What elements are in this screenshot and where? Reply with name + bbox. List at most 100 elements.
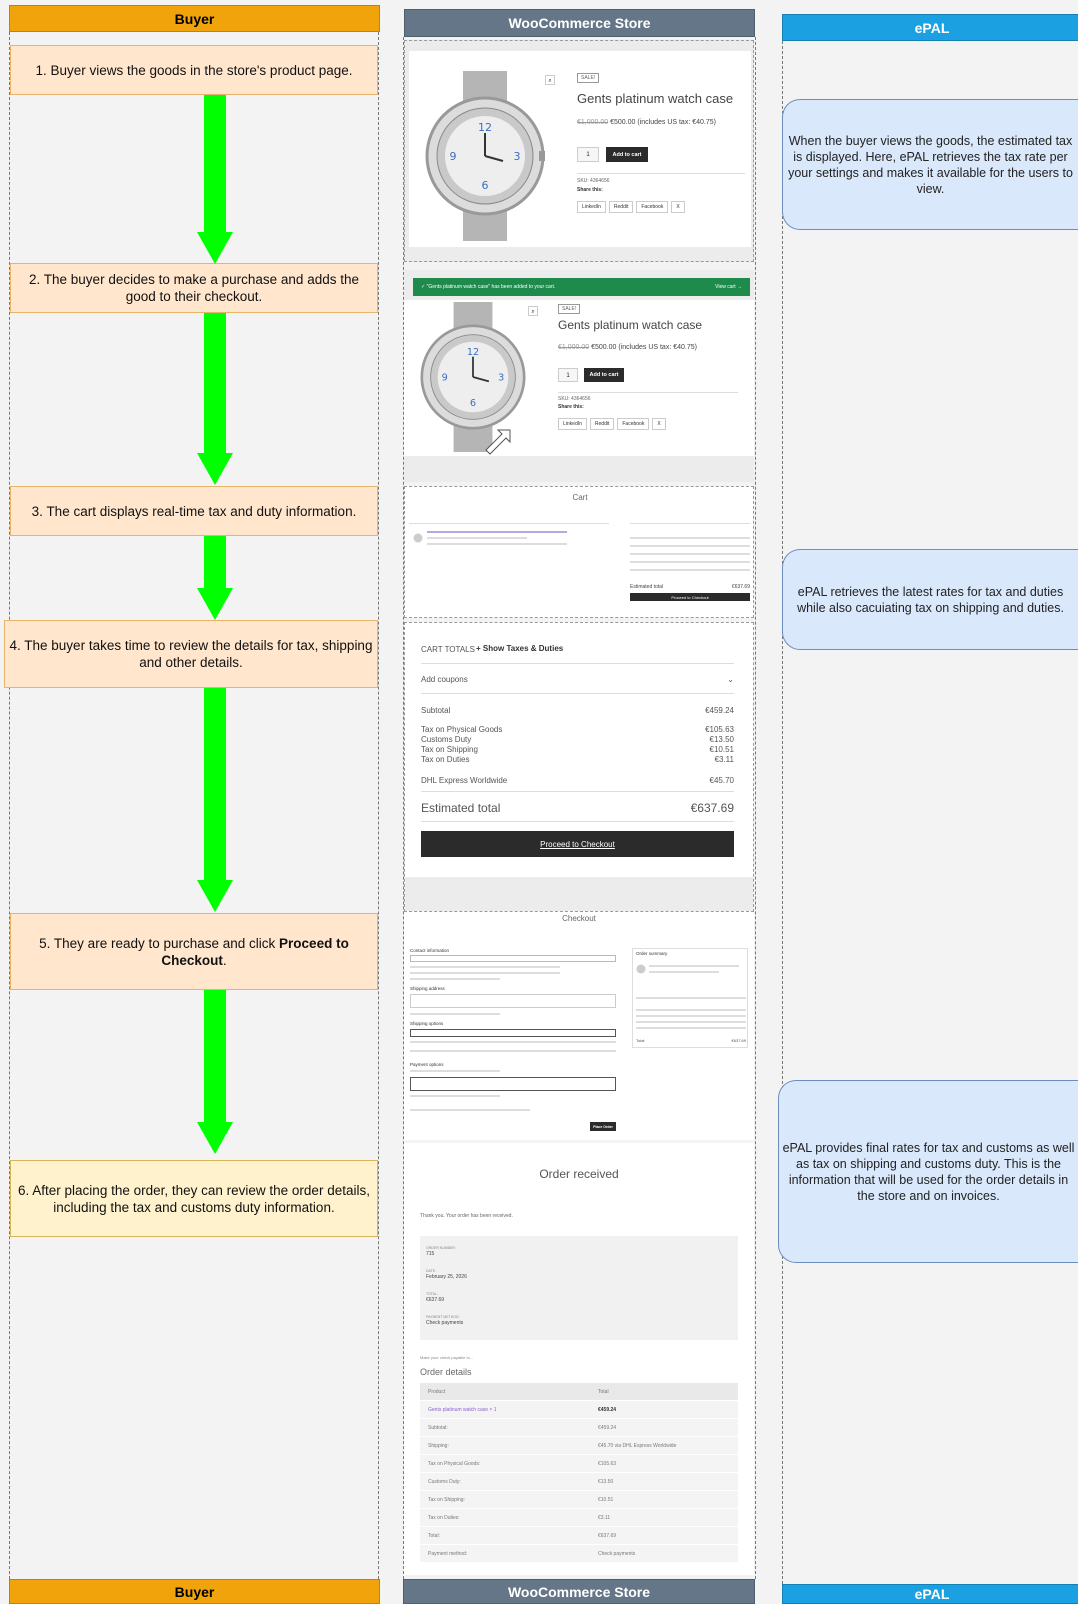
divider [558,392,738,393]
cart-totals-title: CART TOTALS [421,645,475,654]
show-taxes-toggle[interactable]: + Show Taxes & Duties [476,644,563,653]
store-lane-title: WooCommerce Store [508,15,651,31]
thank-you-message: Thank you. Your order has been received. [420,1213,513,1219]
order-date-label: DATE: [426,1269,437,1273]
cart-summary-line [630,561,750,563]
sale-badge: SALE! [558,304,581,314]
zoom-icon[interactable]: ⌕ [545,75,555,85]
cart-summary-line [630,545,750,547]
shipping-option[interactable] [410,1050,616,1052]
checkout-title: Checkout [562,914,596,923]
quantity-input[interactable]: 1 [577,147,599,162]
divider [630,523,750,524]
checkout-total-row: Total €637.69 [636,1038,746,1043]
table-row: Payment method: Check payments [420,1545,738,1563]
add-to-cart-button[interactable]: Add to cart [584,368,624,382]
product-card-2: 12 3 6 9 ⌕ SALE! Gents platinum watch ca… [404,300,754,456]
order-total-value: €637.69 [426,1297,445,1303]
step-5-text: 5. They are ready to purchase and click … [39,935,349,968]
product-card: 12 3 6 9 ⌕ SALE! Gents platinum watch ca… [409,51,751,247]
step-5: 5. They are ready to purchase and click … [10,913,378,990]
shipping-options-heading: Shipping options [410,1021,444,1026]
step-2-text: 2. The buyer decides to make a purchase … [29,272,359,304]
buyer-lane-title: Buyer [174,10,215,27]
share-label: Share this: [558,404,584,410]
payment-option-selected[interactable] [410,1077,616,1091]
payment-method-label: PAYMENT METHOD: [426,1315,460,1319]
svg-text:6: 6 [482,179,489,192]
add-to-cart-button[interactable]: Add to cart [606,147,648,162]
product-page-screenshot: 12 3 6 9 ⌕ SALE! Gents platinum watch ca… [404,40,754,262]
table-row: Shipping: €45.70 via DHL Express Worldwid… [420,1437,738,1455]
share-facebook-button[interactable]: Facebook [617,418,650,430]
product-sku: SKU: 4364656 [558,396,591,402]
add-coupons-row[interactable]: Add coupons ⌄ [421,675,734,684]
subtotal-row: Subtotal €459.24 [421,706,734,715]
place-order-button[interactable]: Place Order [590,1122,616,1131]
step-1: 1. Buyer views the goods in the store's … [10,45,378,95]
epal-lane-header: ePAL [782,14,1078,41]
payment-method-value: Check payments [426,1320,464,1326]
order-date-value: February 25, 2026 [426,1274,467,1280]
cart-notice-bar: ✓ "Gents platinum watch case" has been a… [413,278,750,296]
view-cart-link[interactable]: View cart → [715,284,742,290]
lane-divider [378,32,379,1579]
zoom-icon[interactable]: ⌕ [528,306,538,316]
svg-text:12: 12 [467,347,479,358]
estimated-total-row: Estimated total €637.69 [421,801,734,815]
divider [577,173,745,174]
checkbox-line [410,972,560,974]
share-x-button[interactable]: X [671,201,685,213]
check-instructions: Make your check payable to... [420,1355,474,1360]
checkout-screenshot: Checkout Contact information Shipping ad… [404,912,754,1140]
product-link[interactable]: Gents platinum watch case × 1 [420,1407,598,1413]
quantity-input[interactable]: 1 [558,368,578,382]
proceed-to-checkout-button-small[interactable]: Proceed to Checkout [630,593,750,601]
cart-page-screenshot: Cart Estimated total €637.69 Proceed to C… [404,486,754,618]
share-linkedin-button[interactable]: LinkedIn [577,201,606,213]
epal-lane-footer-title: ePAL [914,1586,950,1602]
share-x-button[interactable]: X [652,418,666,430]
shipping-address-box[interactable] [410,994,616,1008]
tax-duties-row: Tax on Duties €3.11 [421,755,734,764]
epal-note-3-text: ePAL provides final rates for tax and cu… [782,1140,1075,1203]
check-icon: ✓ "Gents platinum watch case" has been a… [421,284,556,290]
table-row: Subtotal: €459.24 [420,1419,738,1437]
step-6-text: 6. After placing the order, they can rev… [18,1182,370,1215]
epal-note-2-text: ePAL retrieves the latest rates for tax … [797,584,1064,615]
step-4: 4. The buyer takes time to review the de… [4,620,378,688]
table-row: Gents platinum watch case × 1 €459.24 [420,1401,738,1419]
sale-badge: SALE! [577,73,600,83]
table-row: Product Total [420,1383,738,1401]
added-to-cart-screenshot: ✓ "Gents platinum watch case" has been a… [404,270,754,482]
order-received-title: Order received [539,1167,619,1181]
proceed-to-checkout-button[interactable]: Proceed to Checkout [421,831,734,857]
checkbox-line [410,966,560,968]
tax-physical-goods-row: Tax on Physical Goods €105.63 [421,725,734,734]
shipping-option-selected[interactable] [410,1029,616,1037]
store-lane-footer-title: WooCommerce Store [507,1583,651,1600]
payment-option[interactable] [410,1070,500,1072]
store-lane-footer: WooCommerce Store [403,1579,755,1604]
payment-option[interactable] [410,1095,500,1097]
contact-information-heading: Contact information [410,948,450,953]
share-reddit-button[interactable]: Reddit [589,418,615,430]
order-received-screenshot: Order received Thank you. Your order has… [404,1143,754,1575]
terms-line [410,1109,530,1111]
email-field[interactable] [410,955,616,962]
shipping-option[interactable] [410,1041,616,1043]
table-row: Total: €637.69 [420,1527,738,1545]
product-price: €1,000.00 €500.00 (includes US tax: €40.… [558,344,697,351]
order-summary-panel: Order summary Total €637.69 [632,948,748,1048]
tax-shipping-row: Tax on Shipping €10.51 [421,745,734,754]
cart-notice-text: "Gents platinum watch case" has been add… [426,284,556,290]
share-label: Share this: [577,187,603,193]
share-reddit-button[interactable]: Reddit [608,201,634,213]
buyer-lane-footer: Buyer [9,1579,380,1604]
share-linkedin-button[interactable]: LinkedIn [558,418,587,430]
order-summary-heading: Order summary [636,951,668,956]
share-facebook-button[interactable]: Facebook [636,201,669,213]
epal-note-2: ePAL retrieves the latest rates for tax … [782,549,1078,650]
order-item-thumbnail [636,964,646,974]
checkbox-line [410,978,500,980]
